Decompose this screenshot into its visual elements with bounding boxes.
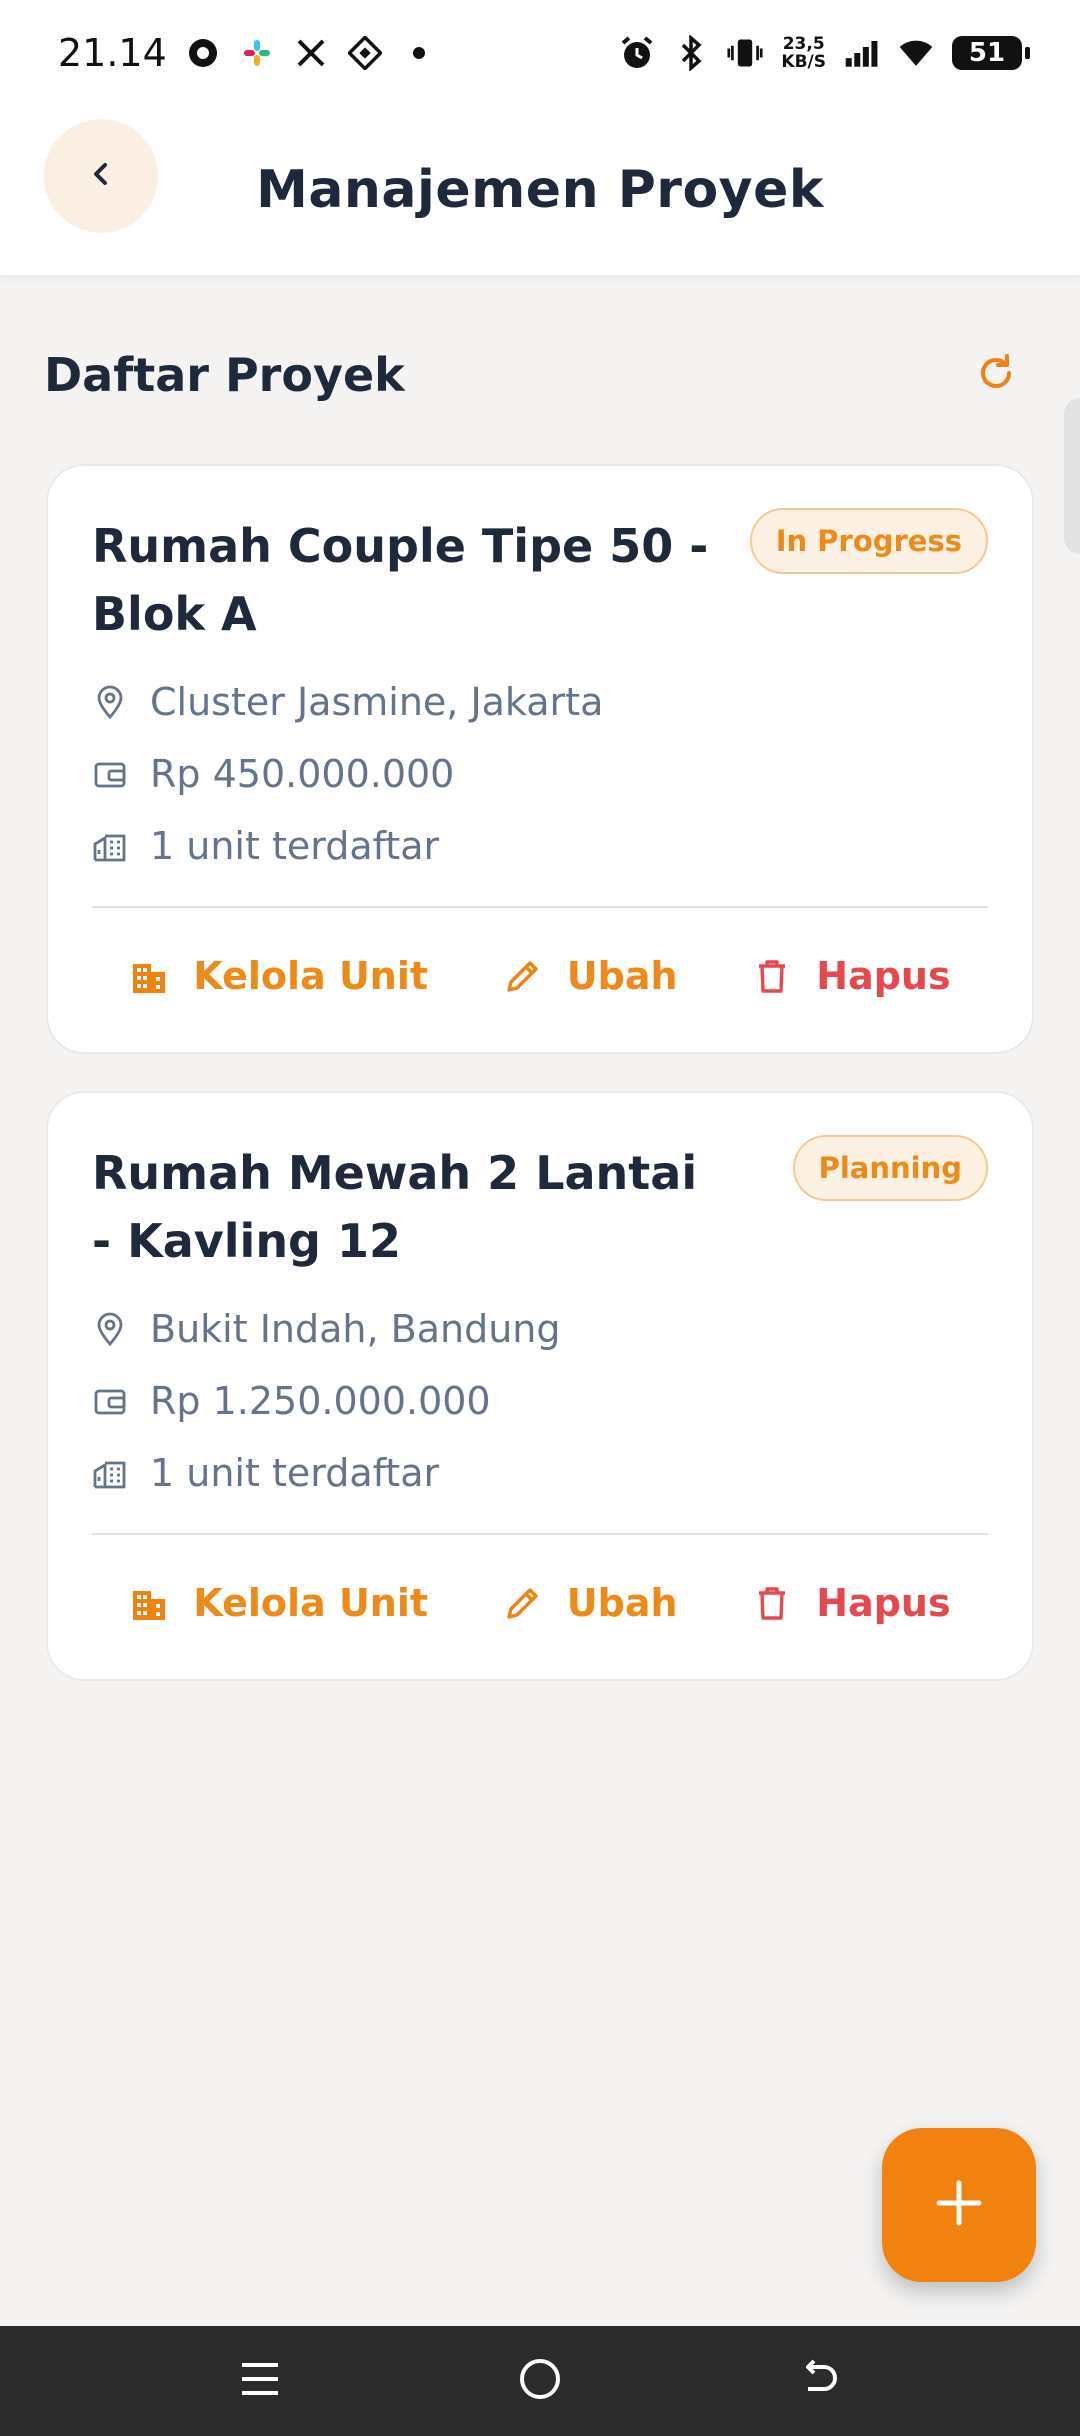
project-card[interactable]: Rumah Couple Tipe 50 - Blok A In Progres… xyxy=(46,464,1034,1054)
back-button[interactable] xyxy=(44,119,158,233)
bluetooth-icon xyxy=(673,34,709,71)
location-text: Bukit Indah, Bandung xyxy=(150,1307,561,1351)
project-location: Cluster Jasmine, Jakarta xyxy=(92,680,603,724)
manage-unit-button[interactable]: Kelola Unit xyxy=(129,954,428,998)
project-card[interactable]: Rumah Mewah 2 Lantai - Kavling 12 Planni… xyxy=(46,1091,1034,1681)
section-header: Daftar Proyek xyxy=(44,330,1036,420)
building-icon xyxy=(92,828,128,864)
system-nav-bar xyxy=(0,2326,1080,2436)
building-icon xyxy=(92,1455,128,1491)
card-actions: Kelola Unit Ubah Hapus xyxy=(92,936,988,1016)
x-icon xyxy=(293,35,329,71)
add-project-button[interactable] xyxy=(882,2128,1036,2282)
delete-button[interactable]: Hapus xyxy=(752,1581,951,1625)
page-title: Manajemen Proyek xyxy=(256,160,824,220)
card-divider xyxy=(92,906,988,908)
project-budget: Rp 1.250.000.000 xyxy=(92,1379,491,1423)
card-divider xyxy=(92,1533,988,1535)
project-title: Rumah Mewah 2 Lantai - Kavling 12 xyxy=(92,1146,698,1268)
pencil-icon xyxy=(503,1583,543,1623)
screen: 21.14 23,5 KB/S 51 Manajemen Proyek Daft… xyxy=(0,0,1080,2436)
manage-unit-label: Kelola Unit xyxy=(193,1581,429,1625)
edit-button[interactable]: Ubah xyxy=(503,1581,678,1625)
vibrate-icon xyxy=(727,35,763,71)
trash-icon xyxy=(752,1583,792,1623)
nav-menu-button[interactable] xyxy=(220,2341,300,2421)
buildings-icon xyxy=(129,956,169,996)
signal-icon xyxy=(844,35,880,71)
status-badge: In Progress xyxy=(749,508,988,574)
refresh-icon xyxy=(974,351,1018,399)
delete-label: Hapus xyxy=(816,1581,951,1625)
card-actions: Kelola Unit Ubah Hapus xyxy=(92,1563,988,1643)
trash-icon xyxy=(752,956,792,996)
network-speed: 23,5 KB/S xyxy=(781,33,826,72)
edge-panel-handle[interactable] xyxy=(1064,398,1080,554)
location-text: Cluster Jasmine, Jakarta xyxy=(150,680,604,724)
project-location: Bukit Indah, Bandung xyxy=(92,1307,561,1351)
slack-icon xyxy=(239,35,275,71)
menu-icon xyxy=(238,2359,282,2403)
manage-unit-label: Kelola Unit xyxy=(193,954,429,998)
nav-home-button[interactable] xyxy=(500,2341,580,2421)
edit-button[interactable]: Ubah xyxy=(503,954,678,998)
delete-button[interactable]: Hapus xyxy=(752,954,951,998)
dot-icon xyxy=(401,35,437,71)
project-title: Rumah Couple Tipe 50 - Blok A xyxy=(92,519,709,641)
delete-label: Hapus xyxy=(816,954,951,998)
wallet-icon xyxy=(92,1383,128,1419)
units-text: 1 unit terdaftar xyxy=(150,1451,440,1495)
app-icon xyxy=(347,35,383,71)
pencil-icon xyxy=(503,956,543,996)
chevron-left-icon xyxy=(83,156,119,196)
battery-icon: 51 xyxy=(952,35,1030,70)
wifi-icon xyxy=(898,35,934,71)
project-units: 1 unit terdaftar xyxy=(92,1451,439,1495)
nav-back-button[interactable] xyxy=(780,2341,860,2421)
plus-icon xyxy=(933,2177,985,2233)
app-bar: Manajemen Proyek xyxy=(0,105,1080,275)
alarm-icon xyxy=(619,35,655,71)
budget-text: Rp 1.250.000.000 xyxy=(150,1379,491,1423)
buildings-icon xyxy=(129,1583,169,1623)
status-badge: Planning xyxy=(792,1135,988,1201)
location-pin-icon xyxy=(92,684,128,720)
edit-label: Ubah xyxy=(566,954,678,998)
record-icon xyxy=(185,35,221,71)
project-budget: Rp 450.000.000 xyxy=(92,752,454,796)
section-title: Daftar Proyek xyxy=(44,348,405,402)
budget-text: Rp 450.000.000 xyxy=(150,752,455,796)
refresh-button[interactable] xyxy=(956,335,1036,415)
back-icon xyxy=(798,2357,842,2405)
edit-label: Ubah xyxy=(566,1581,678,1625)
wallet-icon xyxy=(92,756,128,792)
project-units: 1 unit terdaftar xyxy=(92,824,439,868)
status-bar: 21.14 23,5 KB/S 51 xyxy=(0,0,1080,105)
location-pin-icon xyxy=(92,1311,128,1347)
status-time: 21.14 xyxy=(58,30,167,75)
manage-unit-button[interactable]: Kelola Unit xyxy=(129,1581,428,1625)
home-icon xyxy=(517,2356,563,2406)
units-text: 1 unit terdaftar xyxy=(150,824,440,868)
